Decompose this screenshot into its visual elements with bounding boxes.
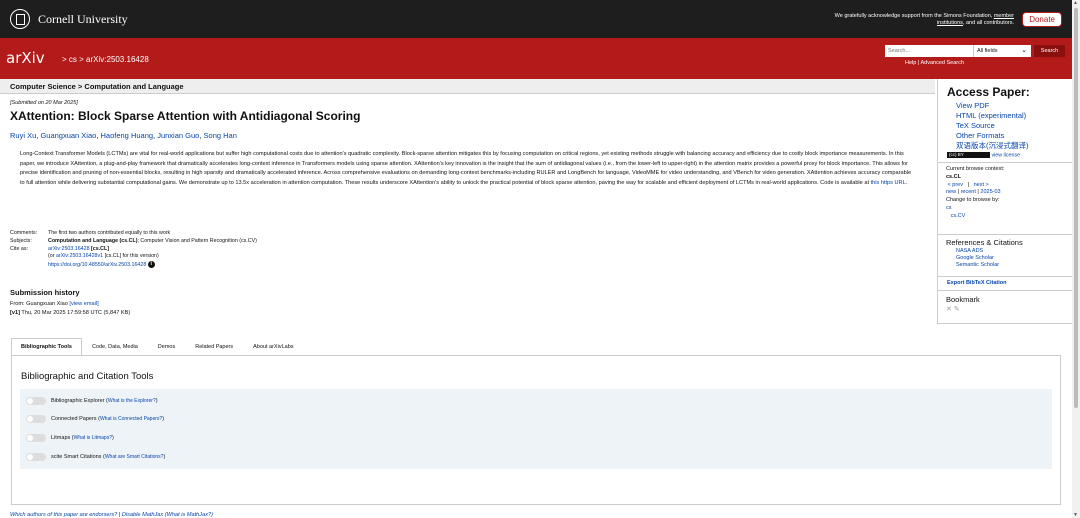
help-links: Help | Advanced Search: [905, 60, 964, 66]
primary-subject: Computation and Language (cs.CL): [48, 237, 138, 244]
search-field-select[interactable]: All fields ⌄: [973, 45, 1031, 57]
toggle-switch[interactable]: [26, 415, 46, 423]
help-link[interactable]: Help: [905, 60, 916, 66]
sidebar: Access Paper: View PDF HTML (experimenta…: [937, 79, 1072, 324]
info-icon[interactable]: i: [147, 261, 155, 269]
refs-heading: References & Citations: [946, 238, 1023, 247]
university-name[interactable]: Cornell University: [38, 12, 128, 27]
tab-demos[interactable]: Demos: [148, 338, 185, 356]
other-formats-link[interactable]: Other Formats: [956, 131, 1004, 140]
browse-cs-link[interactable]: cs: [946, 205, 952, 211]
author-link[interactable]: Guangxuan Xiao: [40, 131, 96, 140]
html-link[interactable]: HTML (experimental): [956, 111, 1026, 120]
new-link[interactable]: new: [946, 189, 956, 195]
tab-related-papers[interactable]: Related Papers: [185, 338, 243, 356]
browse-context: cs.CL: [946, 173, 961, 180]
prev-link[interactable]: < prev: [948, 182, 963, 188]
scroll-up-icon[interactable]: ▲: [1073, 0, 1078, 6]
recent-link[interactable]: recent: [961, 189, 976, 195]
paper-title: XAttention: Block Sparse Attention with …: [10, 109, 361, 123]
bibtex-panel: Export BibTeX Citation: [937, 276, 1072, 290]
paper-metadata: Comments: The first two authors contribut…: [10, 230, 257, 269]
subject-header: Computer Science > Computation and Langu…: [0, 79, 935, 94]
what-mathjax-link[interactable]: (What is MathJax?): [165, 512, 213, 518]
cornell-seal-icon[interactable]: [10, 9, 30, 29]
advanced-search-link[interactable]: Advanced Search: [921, 60, 964, 66]
tool-list: Bibliographic Explorer (What is the Expl…: [20, 389, 1052, 469]
author-link[interactable]: Junxian Guo: [157, 131, 199, 140]
access-heading: Access Paper:: [947, 85, 1030, 99]
view-pdf-link[interactable]: View PDF: [956, 101, 989, 110]
tab-bibliographic-tools[interactable]: Bibliographic Tools: [11, 338, 82, 356]
author-link[interactable]: Haofeng Huang: [101, 131, 154, 140]
author-link[interactable]: Ruyi Xu: [10, 131, 36, 140]
nasa-ads-link[interactable]: NASA ADS: [956, 248, 983, 254]
references-panel: References & Citations NASA ADS Google S…: [937, 234, 1072, 276]
member-link[interactable]: member: [994, 13, 1014, 19]
help-link[interactable]: What are Smart Citations?: [105, 454, 164, 460]
search-input[interactable]: [885, 45, 973, 57]
labs-tabs: Bibliographic Tools Code, Data, Media De…: [11, 338, 304, 356]
scroll-thumb[interactable]: [1074, 8, 1078, 408]
help-link[interactable]: What is Litmaps?: [74, 435, 112, 441]
bookmark-panel: Bookmark ✕ ✎: [937, 290, 1072, 324]
arxiv-header: arXiv > cs > arXiv:2503.16428 All fields…: [0, 38, 1072, 79]
next-link[interactable]: next >: [974, 182, 989, 188]
breadcrumb-cs[interactable]: cs: [69, 55, 77, 64]
tab-panel: Bibliographic and Citation Tools Bibliog…: [11, 355, 1061, 505]
month-link[interactable]: 2025-03: [980, 189, 1000, 195]
footer-links: Which authors of this paper are endorser…: [10, 512, 213, 518]
author-list: Ruyi Xu, Guangxuan Xiao, Haofeng Huang, …: [10, 131, 237, 140]
top-bar: Cornell University We gratefully acknowl…: [0, 0, 1072, 38]
donate-button[interactable]: Donate: [1022, 12, 1062, 27]
tab-code-data-media[interactable]: Code, Data, Media: [82, 338, 148, 356]
help-link[interactable]: What is the Explorer?: [108, 398, 156, 404]
abstract: Long-Context Transformer Models (LCTMs) …: [20, 151, 912, 186]
breadcrumb: > cs > arXiv:2503.16428: [62, 55, 149, 64]
endorsers-link[interactable]: Which authors of this paper are endorser…: [10, 512, 117, 518]
submission-history-heading: Submission history: [10, 288, 80, 297]
google-scholar-link[interactable]: Google Scholar: [956, 255, 994, 261]
disable-mathjax-link[interactable]: Disable MathJax: [122, 512, 163, 518]
tab-about-arxivlabs[interactable]: About arXivLabs: [243, 338, 303, 356]
cc-license-icon[interactable]: (cc) BY: [947, 152, 990, 158]
code-link[interactable]: this https URL: [871, 180, 906, 186]
version-link[interactable]: arXiv:2503.16428v1: [56, 253, 103, 259]
tex-source-link[interactable]: TeX Source: [956, 121, 995, 130]
export-bibtex-link[interactable]: Export BibTeX Citation: [947, 280, 1006, 286]
toggle-switch[interactable]: [26, 453, 46, 461]
license-link[interactable]: view license: [991, 152, 1020, 158]
bookmark-icon[interactable]: ✕ ✎: [946, 305, 1064, 313]
cite-link[interactable]: arXiv:2503.16428: [48, 246, 90, 252]
browse-cscv-link[interactable]: cs.CV: [951, 213, 966, 219]
access-paper-panel: Access Paper: View PDF HTML (experimenta…: [937, 79, 1072, 161]
semantic-scholar-link[interactable]: Semantic Scholar: [956, 262, 999, 268]
search-button[interactable]: Search: [1034, 45, 1065, 57]
scroll-down-icon[interactable]: ▼: [1073, 512, 1078, 518]
toggle-switch[interactable]: [26, 397, 46, 405]
view-email-link[interactable]: [view email]: [69, 301, 98, 307]
doi-link[interactable]: https://doi.org/10.48550/arXiv.2503.1642…: [48, 262, 146, 268]
browse-context-panel: Current browse context: cs.CL < prev | n…: [937, 162, 1072, 234]
arxiv-logo[interactable]: arXiv: [6, 49, 45, 67]
scrollbar[interactable]: ▲ ▼: [1072, 0, 1080, 518]
bookmark-heading: Bookmark: [946, 295, 980, 304]
institutions-link[interactable]: institutions: [937, 20, 963, 26]
panel-heading: Bibliographic and Citation Tools: [21, 371, 154, 382]
support-text: We gratefully acknowledge support from t…: [834, 13, 1014, 26]
translation-link[interactable]: 双语版本(沉浸式翻译): [956, 141, 1029, 150]
chevron-down-icon: ⌄: [1021, 47, 1027, 54]
submission-history: From: Guangxuan Xiao [view email] [v1] T…: [10, 301, 131, 316]
author-link[interactable]: Song Han: [204, 131, 237, 140]
toggle-switch[interactable]: [26, 434, 46, 442]
submission-date: [Submitted on 20 Mar 2025]: [10, 100, 78, 106]
breadcrumb-paper-id: arXiv:2503.16428: [86, 55, 149, 64]
help-link[interactable]: What is Connected Papers?: [100, 416, 162, 422]
